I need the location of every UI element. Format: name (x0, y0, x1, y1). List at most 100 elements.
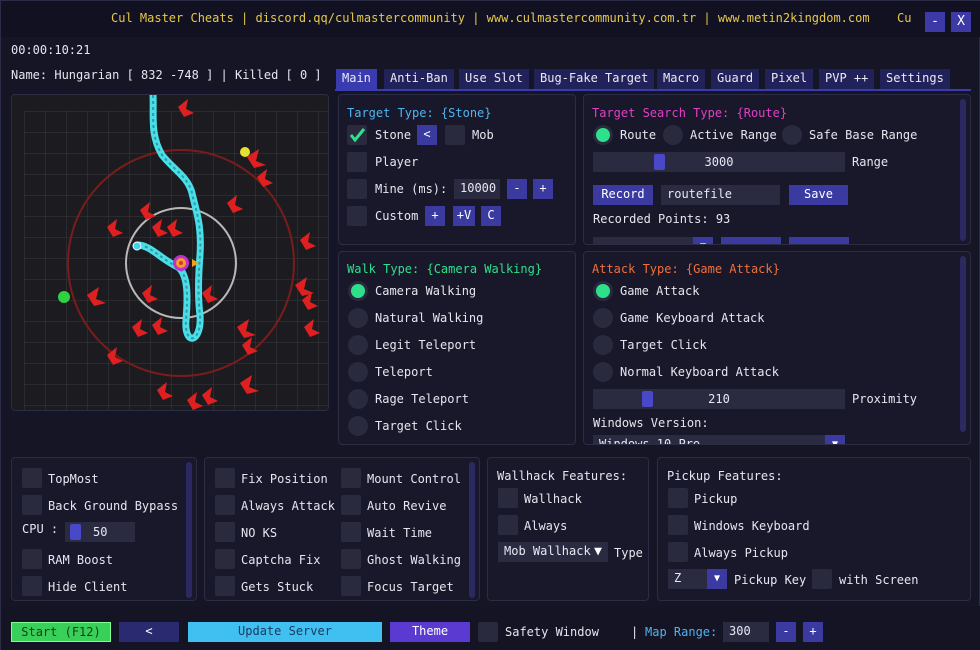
safety-window-checkbox[interactable] (478, 622, 498, 642)
attack-type-header: Attack Type: {Game Attack} (592, 262, 780, 276)
mob-checkbox[interactable] (445, 125, 465, 145)
target-search-scrollbar[interactable] (960, 99, 966, 241)
custom-add-button[interactable]: + (425, 206, 445, 226)
cpu-slider[interactable]: 50 (65, 522, 135, 542)
target-click-attack-radio[interactable] (593, 335, 613, 355)
radar-map[interactable] (11, 94, 329, 411)
ghost-walking-checkbox[interactable] (341, 549, 361, 569)
normal-keyboard-attack-radio[interactable] (593, 362, 613, 382)
camera-walking-radio[interactable] (348, 281, 368, 301)
chevron-down-icon: ▼ (825, 435, 845, 444)
theme-button[interactable]: Theme (390, 622, 470, 642)
focus-target-checkbox[interactable] (341, 576, 361, 596)
options-scrollbar[interactable] (469, 462, 475, 598)
back-button[interactable]: < (119, 622, 179, 642)
pickup-checkbox[interactable] (668, 488, 688, 508)
tab-anti-ban[interactable]: Anti-Ban (384, 69, 454, 89)
route-select-combo[interactable]: ▼ (593, 237, 713, 244)
hide-client-checkbox[interactable] (22, 576, 42, 596)
route-load-button[interactable] (721, 237, 781, 244)
no-ks-checkbox[interactable] (215, 522, 235, 542)
start-button[interactable]: Start (F12) (11, 622, 111, 642)
pickup-key-combo[interactable]: Z ▼ (668, 569, 727, 589)
proximity-slider[interactable]: 210 (593, 389, 845, 409)
windows-keyboard-label: Windows Keyboard (694, 519, 810, 533)
custom-clear-button[interactable]: C (481, 206, 501, 226)
proximity-label: Proximity (852, 392, 918, 406)
route-delete-button[interactable] (789, 237, 849, 244)
legit-teleport-radio[interactable] (348, 335, 368, 355)
session-timer: 00:00:10:21 (11, 43, 91, 57)
natural-walking-radio[interactable] (348, 308, 368, 328)
range-slider[interactable]: 3000 (593, 152, 845, 172)
game-keyboard-attack-radio[interactable] (593, 308, 613, 328)
mine-minus-button[interactable]: - (507, 179, 527, 199)
tab-bug-fake-target[interactable]: Bug-Fake Target (534, 69, 655, 89)
ghost-walking-label: Ghost Walking (367, 553, 461, 567)
close-button[interactable]: X (951, 12, 971, 32)
topmost-checkbox[interactable] (22, 468, 42, 488)
auto-revive-checkbox[interactable] (341, 495, 361, 515)
hide-client-label: Hide Client (48, 580, 128, 594)
ram-boost-checkbox[interactable] (22, 549, 42, 569)
active-range-radio[interactable] (663, 125, 683, 145)
target-click-walk-radio[interactable] (348, 416, 368, 436)
fix-position-checkbox[interactable] (215, 468, 235, 488)
tab-pixel[interactable]: Pixel (765, 69, 814, 89)
teleport-radio[interactable] (348, 362, 368, 382)
proximity-slider-grab[interactable] (642, 391, 653, 407)
range-slider-grab[interactable] (654, 154, 665, 170)
pickup-header: Pickup Features: (667, 469, 783, 483)
map-range-plus-button[interactable]: + (803, 622, 823, 642)
tab-main[interactable]: Main (336, 69, 377, 89)
mount-control-checkbox[interactable] (341, 468, 361, 488)
topmost-label: TopMost (48, 472, 99, 486)
windows-version-combo[interactable]: Windows 10 Pro ▼ (593, 435, 845, 444)
gets-stuck-checkbox[interactable] (215, 576, 235, 596)
main-window: Cul Master Cheats | discord.qq/culmaster… (0, 0, 980, 650)
attack-type-scrollbar[interactable] (960, 256, 966, 432)
tab-guard[interactable]: Guard (711, 69, 760, 89)
route-file-input[interactable]: routefile (661, 185, 780, 205)
map-range-minus-button[interactable]: - (776, 622, 796, 642)
custom-add-v-button[interactable]: +V (453, 206, 475, 226)
game-attack-radio[interactable] (593, 281, 613, 301)
always-attack-checkbox[interactable] (215, 495, 235, 515)
cpu-slider-grab[interactable] (70, 524, 81, 540)
tab-use-slot[interactable]: Use Slot (459, 69, 529, 89)
player-checkbox[interactable] (347, 152, 367, 172)
windows-keyboard-checkbox[interactable] (668, 515, 688, 535)
stone-checkbox[interactable] (347, 125, 367, 145)
map-range-label: Map Range: (645, 625, 718, 639)
wait-time-checkbox[interactable] (341, 522, 361, 542)
rage-teleport-radio[interactable] (348, 389, 368, 409)
tab-settings[interactable]: Settings (880, 69, 950, 89)
wallhack-type-combo[interactable]: Mob Wallhack ▼ (498, 542, 608, 562)
captcha-fix-checkbox[interactable] (215, 549, 235, 569)
mine-ms-input[interactable]: 10000 (454, 179, 500, 199)
wallhack-checkbox[interactable] (498, 488, 518, 508)
route-radio[interactable] (593, 125, 613, 145)
tab-pvp[interactable]: PVP ++ (819, 69, 875, 89)
wallhack-header: Wallhack Features: (497, 469, 628, 483)
captcha-fix-label: Captcha Fix (241, 553, 321, 567)
with-screen-checkbox[interactable] (812, 569, 832, 589)
save-route-button[interactable]: Save (789, 185, 848, 205)
background-bypass-checkbox[interactable] (22, 495, 42, 515)
wallhack-type-value: Mob Wallhack (504, 544, 591, 558)
always-pickup-checkbox[interactable] (668, 542, 688, 562)
mine-checkbox[interactable] (347, 179, 367, 199)
misc-scrollbar[interactable] (186, 462, 192, 598)
attack-type-panel: Attack Type: {Game Attack} Game Attack G… (583, 251, 971, 445)
map-range-input[interactable]: 300 (723, 622, 769, 642)
tab-macro[interactable]: Macro (657, 69, 706, 89)
mob-label: Mob (472, 128, 494, 142)
wallhack-always-checkbox[interactable] (498, 515, 518, 535)
mine-plus-button[interactable]: + (533, 179, 553, 199)
record-button[interactable]: Record (593, 185, 653, 205)
update-server-button[interactable]: Update Server (188, 622, 382, 642)
safe-base-range-radio[interactable] (782, 125, 802, 145)
minimize-button[interactable]: - (925, 12, 945, 32)
custom-checkbox[interactable] (347, 206, 367, 226)
stone-prev-button[interactable]: < (417, 125, 437, 145)
